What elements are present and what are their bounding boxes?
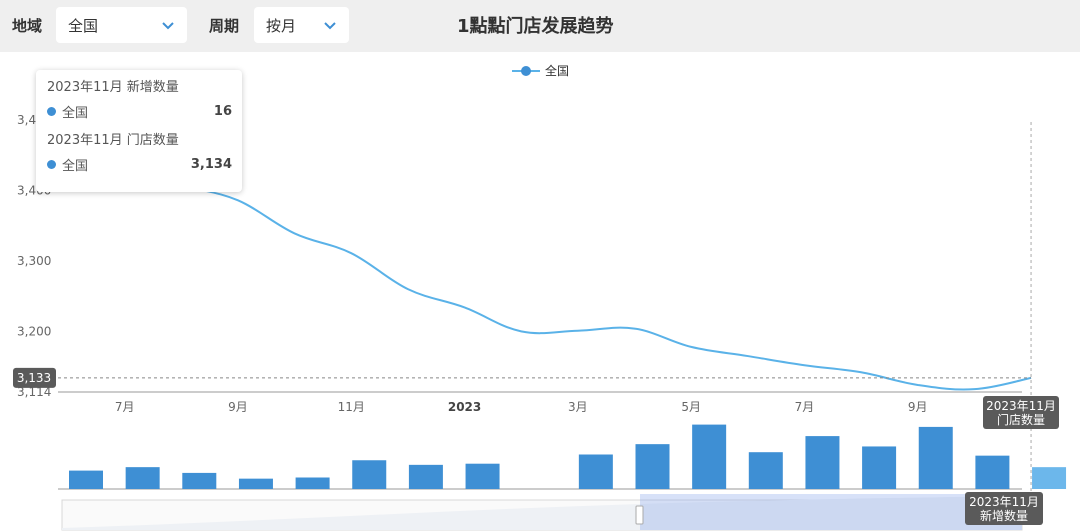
- tooltip-header-new: 2023年11月 新增数量: [47, 80, 179, 95]
- bar[interactable]: [578, 454, 613, 490]
- legend-label: 全国: [545, 63, 569, 78]
- bar[interactable]: [352, 460, 387, 489]
- y-tick-label: 3,200: [17, 324, 51, 338]
- bar[interactable]: [805, 436, 840, 489]
- x-tick-label: 9月: [228, 400, 248, 414]
- bar[interactable]: [182, 472, 217, 489]
- bar[interactable]: [975, 455, 1010, 489]
- tooltip-value-new: 16: [213, 103, 232, 119]
- tooltip-series-name: 全国: [62, 105, 89, 121]
- chart-tooltip: 2023年11月 新增数量 全国 16 2023年11月 门店数量 全国 3,1…: [36, 70, 242, 192]
- data-zoom-handle-left[interactable]: [635, 505, 644, 525]
- tooltip-row-total: 全国 3,134: [47, 151, 232, 177]
- bar[interactable]: [295, 477, 330, 490]
- tooltip-series-name: 全国: [62, 158, 89, 174]
- x-tick-label: 9月: [908, 400, 928, 414]
- bar[interactable]: [918, 426, 953, 489]
- axis-pointer-y-label: 3,133: [17, 371, 51, 385]
- x-tick-label: 2023: [448, 400, 481, 414]
- bar[interactable]: [408, 464, 443, 489]
- bar[interactable]: [1032, 467, 1067, 489]
- bar[interactable]: [635, 444, 670, 489]
- axis-pointer-x-label-bottom: 新增数量: [980, 508, 1028, 523]
- tooltip-value-total: 3,134: [190, 156, 232, 172]
- series-dot-icon: [47, 159, 56, 169]
- bar[interactable]: [465, 463, 500, 489]
- tooltip-header-total: 2023年11月 门店数量: [47, 133, 179, 148]
- axis-pointer-x-label-top: 2023年11月: [986, 399, 1056, 413]
- bar[interactable]: [748, 452, 783, 489]
- x-tick-label: 5月: [681, 400, 701, 414]
- axis-pointer-x-label-top: 门店数量: [997, 412, 1045, 427]
- tooltip-row-new: 全国 16: [47, 98, 232, 124]
- y-tick-label: 3,300: [17, 254, 51, 268]
- axis-pointer-x-label-bottom: 2023年11月: [969, 495, 1039, 509]
- x-tick-label: 11月: [338, 400, 365, 414]
- bar[interactable]: [862, 446, 897, 489]
- x-tick-label: 7月: [795, 400, 815, 414]
- bar[interactable]: [238, 478, 273, 489]
- bar[interactable]: [125, 467, 160, 489]
- data-zoom-selection[interactable]: [640, 494, 1022, 530]
- legend-marker-icon: [521, 66, 531, 76]
- x-tick-label: 7月: [115, 400, 135, 414]
- bar[interactable]: [69, 470, 103, 489]
- bar[interactable]: [692, 424, 727, 489]
- series-dot-icon: [47, 106, 56, 116]
- x-tick-label: 3月: [568, 400, 588, 414]
- y-tick-label: 3,4: [17, 113, 36, 127]
